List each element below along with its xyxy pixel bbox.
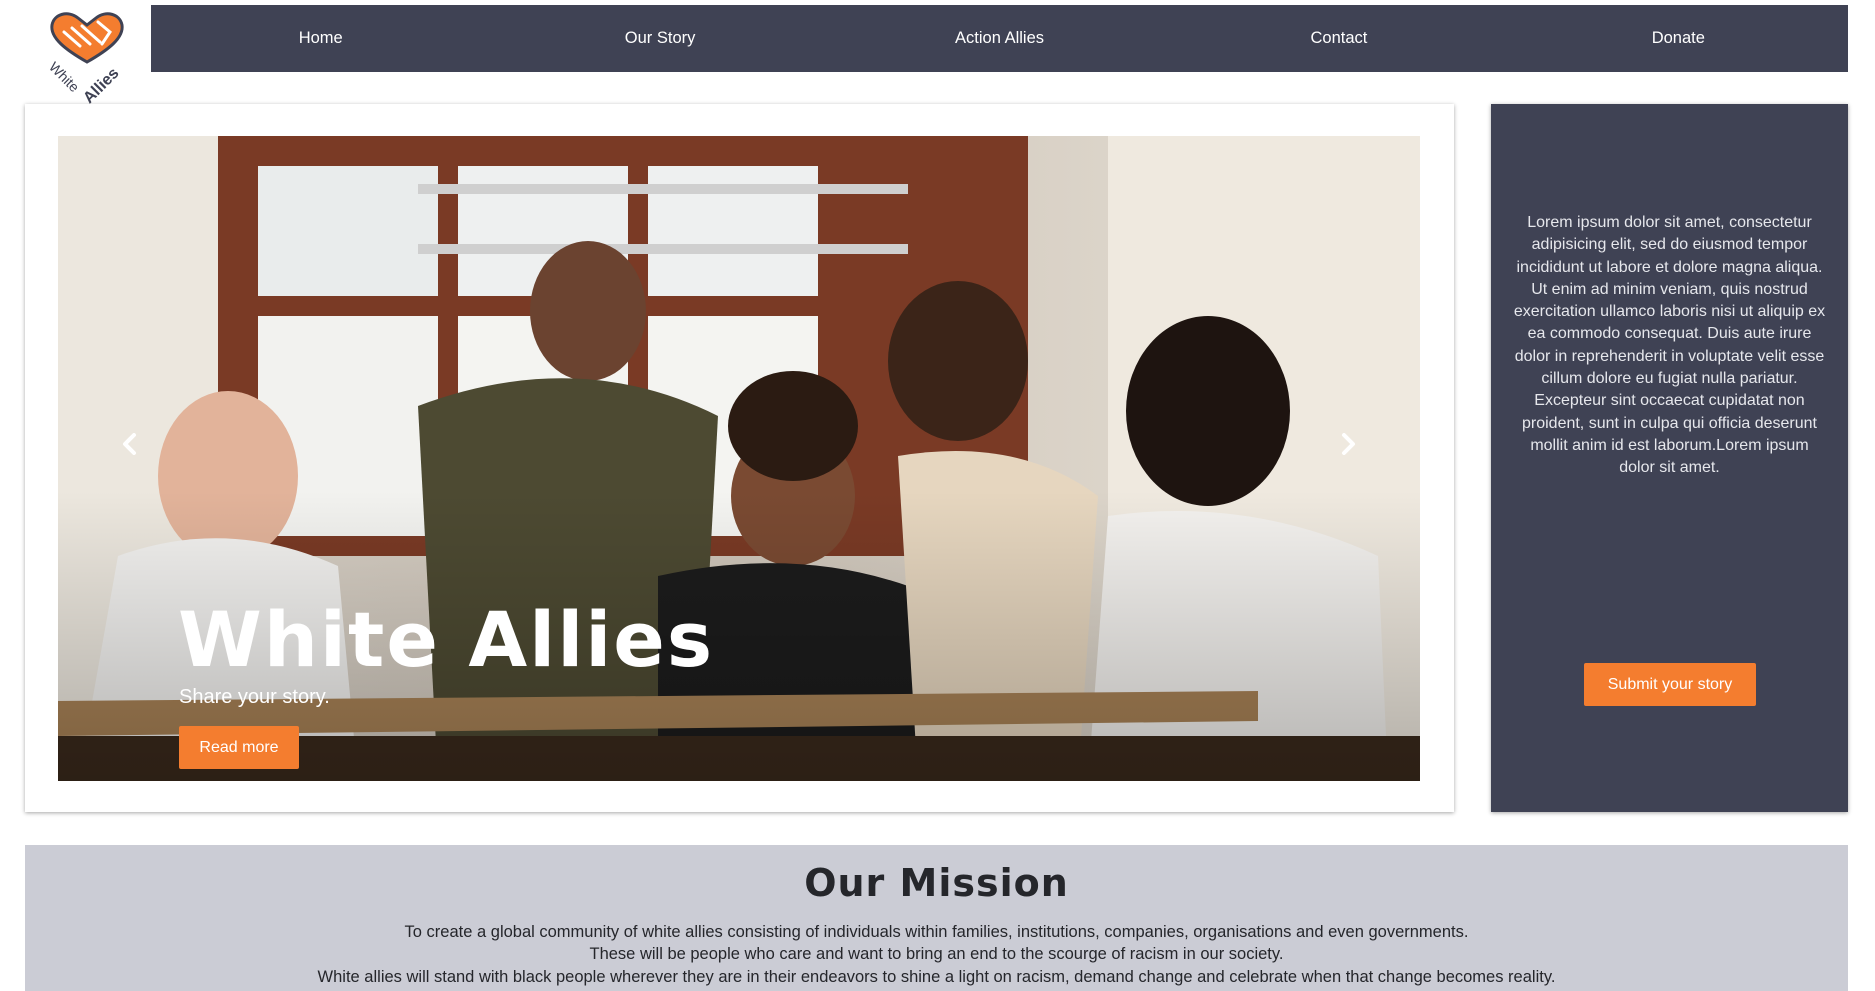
carousel-next-button[interactable] bbox=[1328, 424, 1368, 464]
logo-text-white: White bbox=[46, 59, 83, 96]
nav-contact[interactable]: Contact bbox=[1169, 5, 1508, 72]
main-navbar: Home Our Story Action Allies Contact Don… bbox=[151, 5, 1848, 72]
chevron-left-icon bbox=[123, 433, 136, 455]
hero-panel: White Allies Share your story. Read more bbox=[25, 104, 1454, 812]
side-panel-text: Lorem ipsum dolor sit amet, consectetur … bbox=[1513, 214, 1826, 477]
chevron-right-icon bbox=[1342, 433, 1355, 455]
nav-action-allies[interactable]: Action Allies bbox=[830, 5, 1169, 72]
nav-our-story[interactable]: Our Story bbox=[490, 5, 829, 72]
read-more-button[interactable]: Read more bbox=[179, 726, 299, 769]
mission-line: To create a global community of white al… bbox=[404, 923, 1469, 941]
mission-section: Our Mission To create a global community… bbox=[25, 845, 1848, 991]
nav-donate[interactable]: Donate bbox=[1509, 5, 1848, 72]
mission-line: White allies will stand with black peopl… bbox=[317, 967, 1556, 986]
mission-text: To create a global community of white al… bbox=[25, 921, 1848, 988]
submit-story-button[interactable]: Submit your story bbox=[1584, 663, 1756, 706]
hero-subtitle: Share your story. bbox=[179, 686, 330, 708]
hero-photo bbox=[58, 136, 1420, 781]
side-panel: Lorem ipsum dolor sit amet, consectetur … bbox=[1491, 104, 1848, 812]
hero-carousel: White Allies Share your story. Read more bbox=[58, 136, 1420, 781]
mission-title: Our Mission bbox=[804, 861, 1069, 905]
logo-text-allies: Allies bbox=[80, 65, 122, 104]
carousel-prev-button[interactable] bbox=[110, 424, 150, 464]
nav-home[interactable]: Home bbox=[151, 5, 490, 72]
mission-line: These will be people who care and want t… bbox=[589, 945, 1284, 964]
heart-handshake-icon: White Allies bbox=[46, 12, 124, 104]
hero-title: White Allies bbox=[178, 595, 715, 684]
site-logo[interactable]: White Allies bbox=[46, 10, 128, 104]
